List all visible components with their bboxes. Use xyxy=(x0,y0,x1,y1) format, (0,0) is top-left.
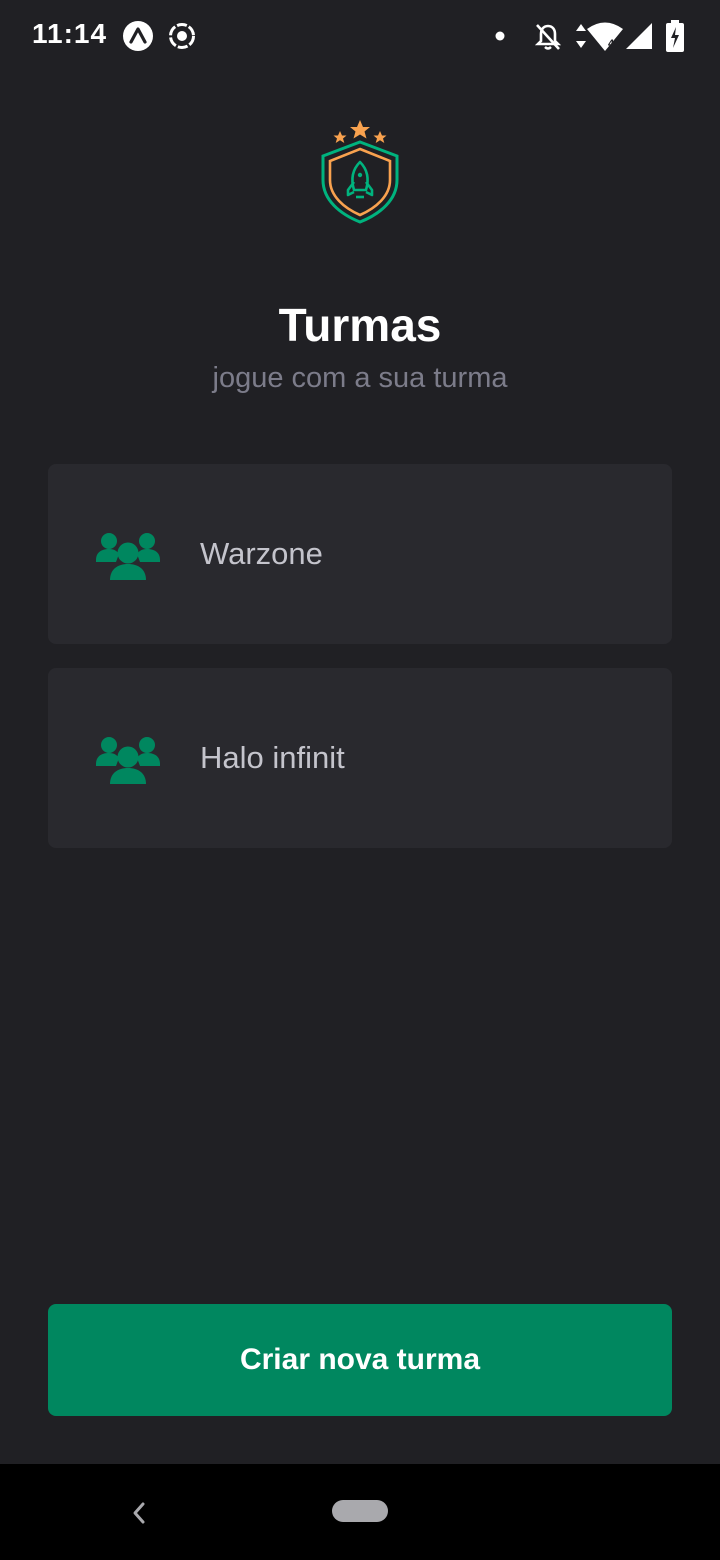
bell-off-icon xyxy=(534,24,562,50)
group-card-halo-infinit[interactable]: Halo infinit xyxy=(48,668,672,848)
page-subtitle: jogue com a sua turma xyxy=(212,362,508,394)
page-title: Turmas xyxy=(278,299,442,351)
status-bar: 11:14 4 xyxy=(0,0,720,72)
group-name: Warzone xyxy=(200,536,323,571)
group-name: Halo infinit xyxy=(200,740,345,775)
back-icon[interactable] xyxy=(126,1498,152,1528)
home-pill-icon[interactable] xyxy=(332,1500,388,1522)
expo-go-icon xyxy=(123,21,153,51)
notification-dot-icon xyxy=(495,31,505,41)
status-icons: 4 xyxy=(494,18,694,54)
group-card-warzone[interactable]: Warzone xyxy=(48,464,672,644)
battery-charging-icon xyxy=(666,20,684,52)
create-group-button[interactable]: Criar nova turma xyxy=(48,1304,672,1416)
wifi-icon: 4 xyxy=(587,22,623,51)
wifi-badge: 4 xyxy=(608,38,615,50)
users-three-icon xyxy=(96,737,160,784)
status-time: 11:14 xyxy=(32,18,108,49)
system-nav-bar xyxy=(0,1464,720,1560)
cell-signal-icon xyxy=(626,23,652,49)
users-three-icon xyxy=(96,533,160,580)
groups-screen: 11:14 4 Turmas jogue com a sua turma War… xyxy=(0,0,720,1560)
shield-rocket-stars-icon xyxy=(321,120,399,224)
screen-record-icon xyxy=(169,23,195,49)
